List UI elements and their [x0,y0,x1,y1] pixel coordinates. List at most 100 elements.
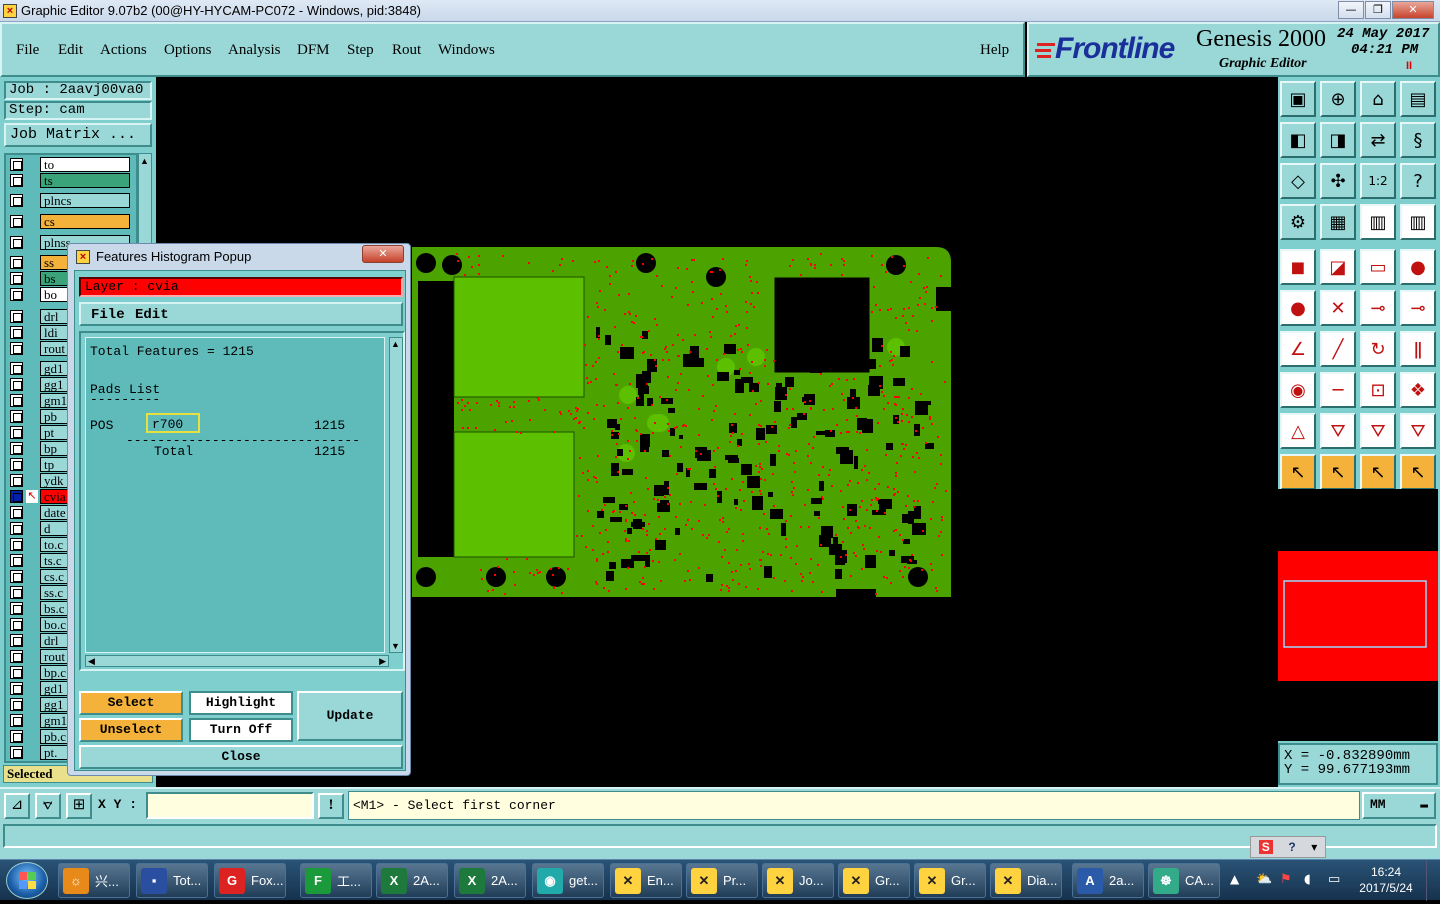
ime-toolbar[interactable]: S ? ▾ [1250,836,1326,858]
tool-button-mirror[interactable]: ǁ [1400,331,1436,367]
menu-windows[interactable]: Windows [438,42,495,59]
tool-button-snap[interactable]: § [1400,122,1436,158]
layer-checkbox[interactable] [10,746,23,759]
tool-button-pad[interactable]: ◉ [1280,372,1316,408]
turn-off-button[interactable]: Turn Off [189,718,293,742]
layer-checkbox[interactable] [10,194,23,207]
taskbar-item[interactable]: ✕ Pr... [686,863,758,898]
layer-checkbox[interactable] [10,570,23,583]
taskbar-item[interactable]: X 2A... [376,863,448,898]
layer-checkbox[interactable] [10,698,23,711]
tool-button-node[interactable]: ⊸ [1400,290,1436,326]
menu-help[interactable]: Help [980,42,1009,59]
minimize-button[interactable]: — [1338,1,1364,19]
tool-button-minus[interactable]: ─ [1320,372,1356,408]
tool-button-settings[interactable]: ⚙ [1280,204,1316,240]
layer-checkbox[interactable] [10,666,23,679]
unselect-button[interactable]: Unselect [79,718,183,742]
layer-checkbox[interactable] [10,256,23,269]
tray-volume-icon[interactable]: ◖ [1304,872,1311,887]
tool-button-select-pointer[interactable]: ↖ [1320,454,1356,490]
measure-tool-icon[interactable]: ⦡ [35,793,61,819]
layer-name[interactable]: to [40,157,130,172]
tool-button-ratio[interactable]: 1:2 [1360,163,1396,199]
layer-row[interactable]: cs [8,214,130,229]
tool-button-line-draw[interactable]: ◪ [1320,249,1356,285]
scroll-down-icon[interactable]: ▼ [391,641,400,651]
tool-button-zoom-home[interactable]: ▣ [1280,81,1316,117]
tray-network-icon[interactable]: ⛅ [1256,872,1272,888]
tool-button-fill[interactable]: ◼ [1280,249,1316,285]
taskbar-item[interactable]: ☼ 兴... [58,863,130,898]
layer-checkbox[interactable] [10,490,23,503]
menu-dfm[interactable]: DFM [297,42,330,59]
layer-checkbox[interactable] [10,618,23,631]
tool-button-swap[interactable]: ⇄ [1360,122,1396,158]
help-icon[interactable]: ? [1288,840,1295,854]
taskbar-item[interactable]: X 2A... [454,863,526,898]
layer-row[interactable]: plncs [8,193,130,208]
grid-tool-icon[interactable]: ⊞ [66,793,92,819]
layer-checkbox[interactable] [10,602,23,615]
units-selector[interactable]: MM ▬ [1362,792,1436,819]
tool-button-dot[interactable]: ● [1400,249,1436,285]
report-horizontal-scrollbar[interactable]: ◀ ▶ [85,655,389,667]
layer-checkbox[interactable] [10,682,23,695]
layer-checkbox[interactable] [10,288,23,301]
more-icon[interactable]: ▾ [1311,840,1317,854]
taskbar-item[interactable]: ✕ Jo... [762,863,834,898]
show-desktop-button[interactable] [1426,860,1440,901]
scroll-up-icon[interactable]: ▲ [140,156,150,166]
layer-checkbox[interactable] [10,426,23,439]
maximize-button[interactable]: ❐ [1365,1,1391,19]
layer-checkbox[interactable] [10,326,23,339]
layer-checkbox[interactable] [10,522,23,535]
layer-checkbox[interactable] [10,458,23,471]
pause-indicator[interactable]: II [1406,60,1412,72]
pad-symbol[interactable]: r700 [146,413,200,433]
menu-actions[interactable]: Actions [100,42,147,59]
taskbar-item[interactable]: ✕ Gr... [914,863,986,898]
tool-button-pointer[interactable]: ↖ [1280,454,1316,490]
layer-checkbox[interactable] [10,394,23,407]
tool-button-cross[interactable]: ✕ [1320,290,1356,326]
tool-button-pan-right[interactable]: ◨ [1320,122,1356,158]
layer-checkbox[interactable] [10,442,23,455]
layer-checkbox[interactable] [10,158,23,171]
layer-checkbox[interactable] [10,272,23,285]
taskbar-item[interactable]: ☸ CA... [1148,863,1220,898]
tool-button-grid-view[interactable]: ▦ [1320,204,1356,240]
layer-name[interactable]: ts [40,173,130,188]
layer-checkbox[interactable] [10,506,23,519]
menu-options[interactable]: Options [164,42,212,59]
tool-button-layers-b[interactable]: ▥ [1400,204,1436,240]
tray-clock[interactable]: 16:24 2017/5/24 [1356,864,1416,896]
layer-checkbox[interactable] [10,310,23,323]
tool-button-link[interactable]: ⊸ [1360,290,1396,326]
taskbar-item[interactable]: ◉ get... [532,863,604,898]
tool-button-triangle-b[interactable]: ⛛ [1320,413,1356,449]
tool-button-fit[interactable]: ◇ [1280,163,1316,199]
layer-checkbox[interactable] [10,554,23,567]
tool-button-window[interactable]: ▤ [1400,81,1436,117]
layer-checkbox[interactable] [10,538,23,551]
layer-name[interactable]: cs [40,214,130,229]
close-window-button[interactable]: ✕ [1392,1,1434,19]
layer-checkbox[interactable] [10,215,23,228]
tool-button-connect[interactable]: ● [1280,290,1316,326]
menu-file[interactable]: File [16,42,39,59]
menu-analysis[interactable]: Analysis [228,42,281,59]
taskbar-item[interactable]: A 2a... [1072,863,1144,898]
layer-name[interactable]: plncs [40,193,130,208]
popup-menu-file[interactable]: File [91,307,125,323]
taskbar-item[interactable]: G Fox... [214,863,286,898]
layer-checkbox[interactable] [10,634,23,647]
scroll-left-icon[interactable]: ◀ [88,656,95,666]
taskbar-item[interactable]: ✕ En... [610,863,682,898]
tool-button-group[interactable]: ❖ [1400,372,1436,408]
overview-window[interactable] [1278,489,1438,741]
scroll-up-icon[interactable]: ▲ [391,339,400,349]
tool-button-slash[interactable]: ╱ [1320,331,1356,367]
layer-checkbox[interactable] [10,650,23,663]
tool-button-help-query[interactable]: ? [1400,163,1436,199]
